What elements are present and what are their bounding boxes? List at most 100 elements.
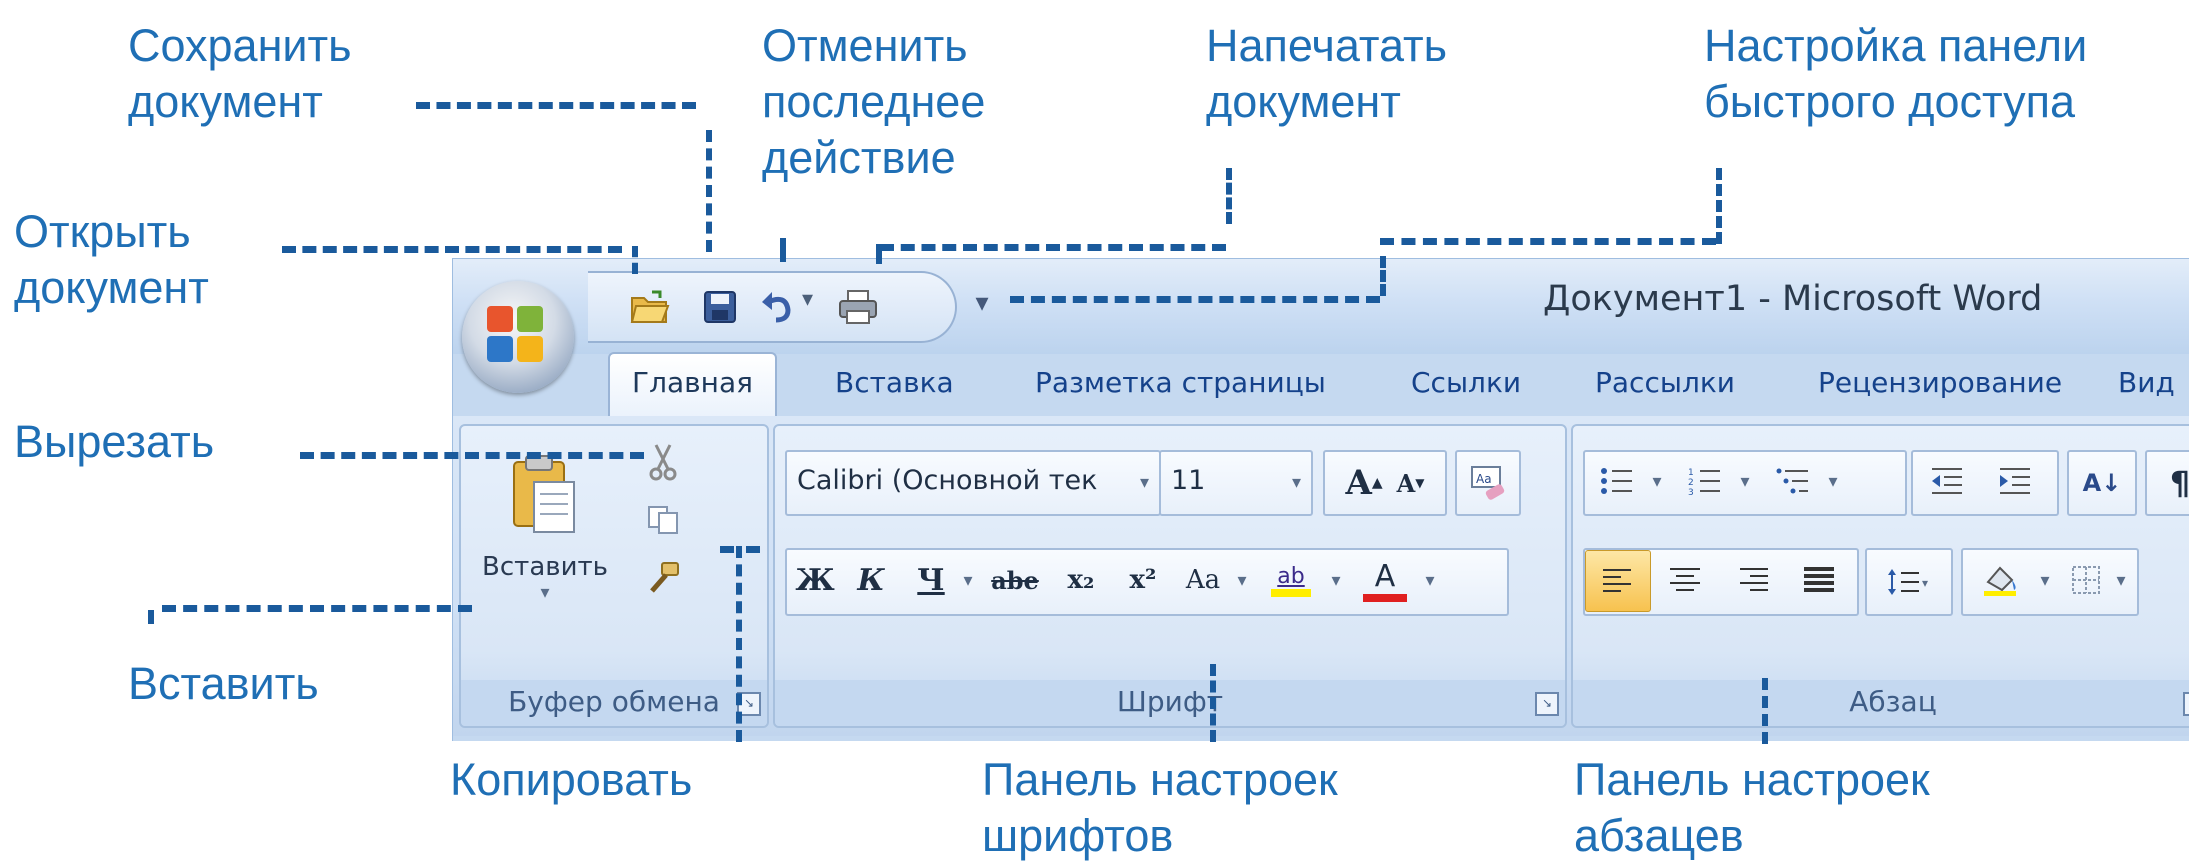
shading-dropdown-arrow[interactable]: ▾ <box>2035 550 2055 610</box>
highlight-dropdown-arrow[interactable]: ▾ <box>1325 550 1347 610</box>
clear-formatting-icon: Aa <box>1471 466 1505 500</box>
save-button[interactable] <box>698 285 742 329</box>
justify-button[interactable] <box>1787 550 1851 610</box>
font-group-label: Шрифт <box>775 680 1565 726</box>
svg-text:1: 1 <box>1688 468 1694 478</box>
borders-dropdown-arrow[interactable]: ▾ <box>2111 550 2131 610</box>
line-spacing-button[interactable]: ▾ <box>1865 548 1953 616</box>
copy-button[interactable] <box>641 498 685 542</box>
office-button-icon <box>487 306 549 368</box>
change-case-button[interactable]: Aa <box>1175 550 1231 610</box>
show-marks-icon: ¶ <box>2169 464 2189 502</box>
leader-cut <box>300 452 644 459</box>
paste-clipboard-icon <box>513 454 575 533</box>
callout-undo: Отменить последнее действие <box>762 20 986 183</box>
font-color-dropdown-arrow[interactable]: ▾ <box>1419 550 1441 610</box>
svg-text:2: 2 <box>1688 478 1694 488</box>
tab-references[interactable]: Ссылки <box>1411 354 1521 414</box>
undo-dropdown-arrow[interactable]: ▾ <box>802 287 813 312</box>
bold-button[interactable]: Ж <box>789 550 841 610</box>
clipboard-group-label: Буфер обмена <box>461 680 767 726</box>
multilevel-dropdown-arrow[interactable]: ▾ <box>1823 454 1843 508</box>
sort-button[interactable]: А↓ <box>2067 450 2137 516</box>
grow-font-button[interactable]: A <box>1345 463 1371 503</box>
underline-button[interactable]: Ч <box>905 550 957 610</box>
shading-icon <box>1984 566 2016 596</box>
clear-formatting-button[interactable]: Aa <box>1455 450 1521 516</box>
tab-mailings[interactable]: Рассылки <box>1595 354 1735 414</box>
callout-paste: Вставить <box>128 658 319 709</box>
leader-qat-vertical-mid <box>1380 256 1386 296</box>
leader-copy-vertical <box>736 546 742 742</box>
office-button[interactable] <box>462 281 574 393</box>
decrease-indent-button[interactable] <box>1919 454 1975 508</box>
increase-indent-button[interactable] <box>1987 454 2043 508</box>
show-marks-button[interactable]: ¶ <box>2145 450 2189 516</box>
leader-save-horizontal <box>416 102 696 109</box>
tab-insert[interactable]: Вставка <box>835 354 954 414</box>
callout-qat-settings: Настройка панели быстрого доступа <box>1704 20 2088 127</box>
leader-paste <box>162 605 472 612</box>
align-center-button[interactable] <box>1653 550 1717 610</box>
highlight-button[interactable]: ab <box>1259 550 1323 610</box>
tab-page-layout[interactable]: Разметка страницы <box>1035 354 1326 414</box>
font-name-arrow: ▾ <box>1139 472 1149 493</box>
shrink-font-button[interactable]: A <box>1397 469 1416 498</box>
undo-icon <box>762 292 791 323</box>
subscript-button[interactable]: x₂ <box>1053 550 1109 610</box>
leader-open-drop <box>632 246 638 274</box>
shading-button[interactable] <box>1965 550 2035 610</box>
tab-view[interactable]: Вид <box>2118 354 2175 414</box>
leader-paste-dot <box>148 610 154 624</box>
tab-review[interactable]: Рецензирование <box>1818 354 2062 414</box>
font-size-value: 11 <box>1171 465 1206 496</box>
leader-undo <box>780 238 786 262</box>
numbering-dropdown-arrow[interactable]: ▾ <box>1735 454 1755 508</box>
justify-icon <box>1804 567 1834 592</box>
borders-icon <box>2072 566 2100 594</box>
cut-button[interactable] <box>641 440 685 484</box>
callout-cut: Вырезать <box>14 416 215 467</box>
strikethrough-button[interactable]: abe <box>985 550 1045 610</box>
paragraph-group-label: Абзац <box>1573 680 2189 726</box>
paste-button[interactable]: Вставить ▾ <box>482 432 608 622</box>
highlight-label: ab <box>1277 563 1305 589</box>
format-painter-button[interactable] <box>641 556 685 600</box>
tab-home[interactable]: Главная <box>608 352 777 418</box>
font-launcher[interactable]: ↘ <box>1535 692 1559 716</box>
bullets-dropdown-arrow[interactable]: ▾ <box>1647 454 1667 508</box>
print-button[interactable] <box>836 285 880 329</box>
font-size-combo[interactable]: 11 ▾ <box>1159 450 1313 516</box>
paragraph-launcher[interactable]: ↘ <box>2183 692 2189 716</box>
borders-button[interactable] <box>2061 550 2111 610</box>
paste-label: Вставить <box>482 551 608 582</box>
align-right-button[interactable] <box>1721 550 1785 610</box>
customize-qat-button[interactable]: ▾ <box>967 283 997 323</box>
font-size-arrow: ▾ <box>1291 472 1301 493</box>
superscript-button[interactable]: x² <box>1115 550 1171 610</box>
customize-arrow-icon: ▾ <box>975 288 989 318</box>
change-case-dropdown-arrow[interactable]: ▾ <box>1231 550 1253 610</box>
save-disk-icon <box>704 291 736 323</box>
paragraph-group: ▾ 1 2 3 ▾ ▾ А↓ ¶ ▾ ▾ ▾ Абзац <box>1571 424 2189 728</box>
clipboard-group: Вставить ▾ Буфер обмена ↘ <box>459 424 769 728</box>
line-spacing-icon: ▾ <box>1888 569 1928 595</box>
open-button[interactable] <box>628 285 672 329</box>
numbering-button[interactable]: 1 2 3 <box>1677 454 1733 508</box>
ribbon: Вставить ▾ Буфер обмена ↘ Calibri (Основ… <box>453 416 2189 736</box>
font-color-bar <box>1363 593 1407 602</box>
bullets-button[interactable] <box>1589 454 1645 508</box>
print-icon <box>839 290 877 324</box>
leader-print-horizontal <box>880 244 1226 251</box>
font-color-button[interactable]: A <box>1353 550 1417 610</box>
font-name-combo[interactable]: Calibri (Основной тек ▾ <box>785 450 1161 516</box>
underline-dropdown-arrow[interactable]: ▾ <box>957 550 979 610</box>
callout-copy: Копировать <box>450 754 693 805</box>
leader-save-vertical <box>706 130 712 252</box>
undo-button[interactable] <box>756 285 800 329</box>
copy-icon <box>648 506 678 534</box>
font-color-label: A <box>1374 558 1396 594</box>
align-left-button[interactable] <box>1585 550 1651 612</box>
multilevel-list-button[interactable] <box>1765 454 1821 508</box>
italic-button[interactable]: К <box>845 550 897 610</box>
